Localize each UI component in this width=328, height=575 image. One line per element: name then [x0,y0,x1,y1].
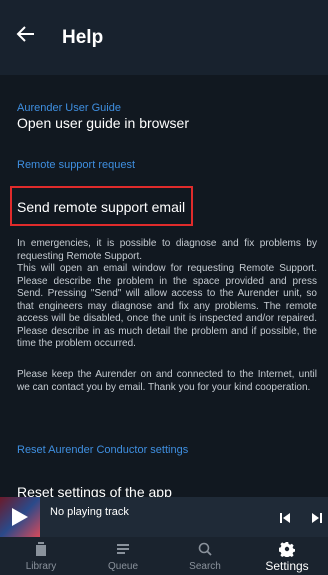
tab-library-label: Library [25,561,57,572]
remote-support-description-1: In emergencies, it is possible to diagno… [17,238,317,262]
play-icon [12,508,28,526]
app-bar: Help [0,0,328,75]
section-header-user-guide: Aurender User Guide [17,102,121,114]
tab-queue[interactable]: Queue [82,537,164,575]
section-header-reset: Reset Aurender Conductor settings [17,444,189,456]
send-remote-support-email-item[interactable]: Send remote support email [17,198,185,216]
section-header-remote-support: Remote support request [17,159,136,171]
album-art[interactable] [0,497,40,537]
reset-settings-item[interactable]: Reset settings of the app [17,483,172,497]
page-title: Help [62,27,104,48]
tab-settings[interactable]: Settings [246,537,328,575]
mini-player[interactable]: No playing track [0,497,328,537]
tab-settings-label: Settings [265,559,309,573]
bottom-navigation: Library Queue Search Settings [0,537,328,575]
now-playing-title: No playing track [50,506,129,518]
search-icon [198,542,212,556]
tab-search-label: Search [189,561,221,572]
help-content[interactable]: Aurender User Guide Open user guide in b… [0,75,328,497]
previous-track-icon[interactable] [277,511,293,525]
library-icon [36,542,46,556]
queue-icon [117,544,129,554]
next-track-icon[interactable] [309,511,325,525]
remote-support-description-2: This will open an email window for reque… [17,263,317,349]
gear-icon [279,542,295,557]
tab-library[interactable]: Library [0,537,82,575]
tab-queue-label: Queue [107,561,139,572]
back-arrow-icon[interactable] [14,22,38,46]
open-user-guide-item[interactable]: Open user guide in browser [17,114,189,132]
remote-support-description-3: Please keep the Aurender on and connecte… [17,369,317,393]
tab-search[interactable]: Search [164,537,246,575]
